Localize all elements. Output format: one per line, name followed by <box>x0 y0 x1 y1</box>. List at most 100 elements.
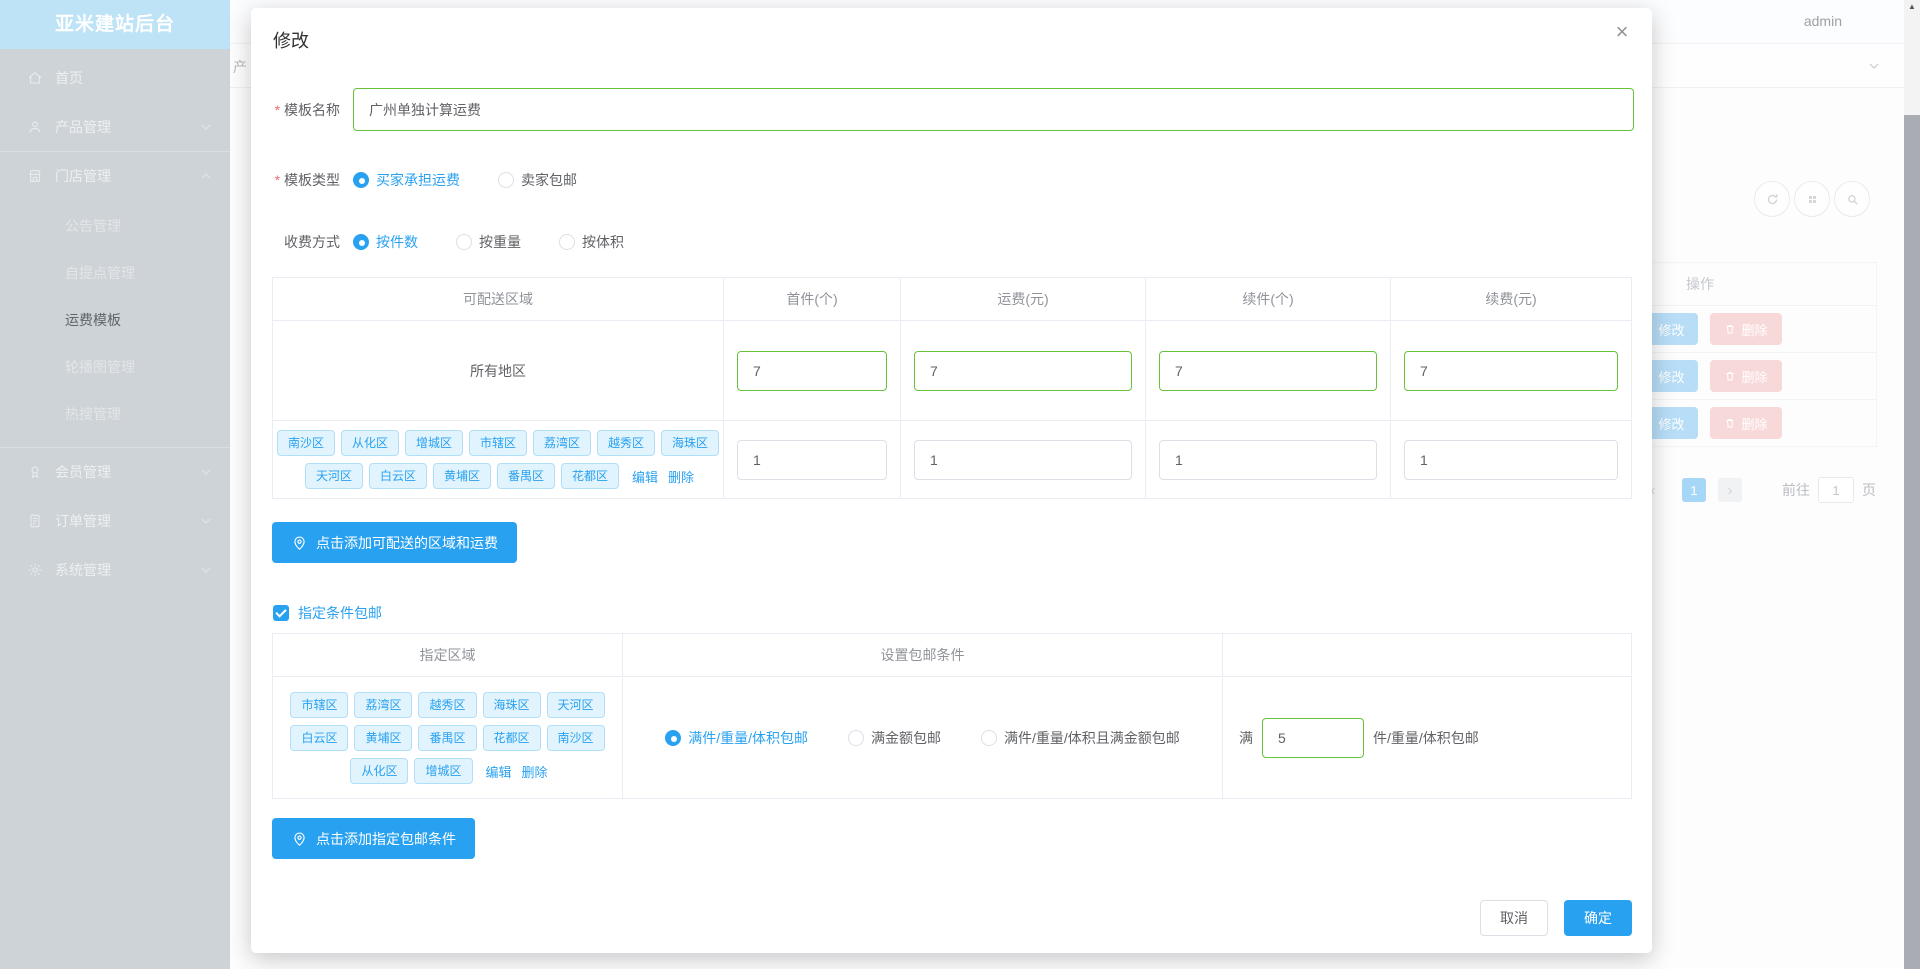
region-tag: 花都区 <box>482 725 541 751</box>
region-tag: 白云区 <box>368 463 427 489</box>
radio-icon <box>353 172 369 188</box>
region-tag: 天河区 <box>546 692 605 718</box>
custom-regions-row: 南沙区 从化区 增城区 市辖区 荔湾区 越秀区 海珠区 天河区 白云区 黄埔区 … <box>273 421 1631 499</box>
radio-icon <box>498 172 514 188</box>
col-header-additional-count: 续件(个) <box>1146 278 1391 321</box>
sidebar-item-pickup-points[interactable]: 自提点管理 <box>0 249 230 296</box>
shipping-fee-table: 可配送区域 首件(个) 运费(元) 续件(个) 续费(元) 所有地区 南沙区 从… <box>272 277 1632 499</box>
radio-by-weight[interactable]: 按重量 <box>456 232 521 252</box>
col-header-empty <box>1223 634 1631 677</box>
sidebar-item-products[interactable]: 产品管理 <box>0 102 230 151</box>
additional-fee-input[interactable] <box>1404 350 1618 391</box>
refresh-button[interactable] <box>1754 181 1790 217</box>
chevron-down-icon <box>200 121 212 133</box>
first-count-input[interactable] <box>737 439 887 480</box>
additional-count-input[interactable] <box>1159 350 1377 391</box>
row-delete-button[interactable]: 删除 <box>1710 313 1782 345</box>
sidebar: 亚米建站后台 首页 产品管理 门店管理 公告管理 自提点管理 运费模板 轮播图管… <box>0 0 230 969</box>
col-header-fee: 运费(元) <box>901 278 1146 321</box>
threshold-input[interactable] <box>1262 718 1364 758</box>
column-settings-button[interactable] <box>1794 181 1830 217</box>
confirm-button[interactable]: 确定 <box>1564 900 1632 936</box>
goto-page-input[interactable] <box>1818 477 1854 503</box>
radio-seller-free[interactable]: 卖家包邮 <box>498 170 577 190</box>
region-tag: 越秀区 <box>418 692 477 718</box>
row-delete-button[interactable]: 删除 <box>1710 407 1782 439</box>
additional-count-input[interactable] <box>1159 439 1377 480</box>
sidebar-item-carousel[interactable]: 轮播图管理 <box>0 343 230 390</box>
charge-method-row: 收费方式 按件数 按重量 按体积 <box>272 226 662 258</box>
radio-by-count[interactable]: 按件数 <box>353 232 418 252</box>
radio-icon <box>848 730 864 746</box>
sidebar-item-home[interactable]: 首页 <box>0 53 230 102</box>
cancel-button[interactable]: 取消 <box>1480 900 1548 936</box>
search-button[interactable] <box>1834 181 1870 217</box>
close-icon[interactable]: × <box>1608 18 1636 46</box>
free-condition-row[interactable]: 指定条件包邮 <box>273 603 382 623</box>
goto-label: 前往 <box>1782 482 1810 498</box>
refresh-icon <box>1765 192 1780 207</box>
sidebar-item-members[interactable]: 会员管理 <box>0 447 230 496</box>
radio-by-volume[interactable]: 按体积 <box>559 232 624 252</box>
region-tag: 海珠区 <box>661 430 720 456</box>
radio-icon <box>559 234 575 250</box>
search-icon <box>1845 192 1860 207</box>
checkbox-checked-icon[interactable] <box>273 605 289 621</box>
location-pin-icon <box>291 534 308 551</box>
col-header-specified-region: 指定区域 <box>273 634 623 677</box>
breadcrumb: 产 <box>233 59 247 75</box>
radio-amount-free[interactable]: 满金额包邮 <box>848 728 941 748</box>
region-tag: 白云区 <box>290 725 349 751</box>
region-tag: 荔湾区 <box>354 692 413 718</box>
scroll-up-icon[interactable]: ▲ <box>1904 2 1920 11</box>
stores-submenu: 公告管理 自提点管理 运费模板 轮播图管理 热搜管理 <box>0 200 230 447</box>
region-tag: 南沙区 <box>276 430 335 456</box>
first-count-input[interactable] <box>737 350 887 391</box>
fee-input[interactable] <box>914 439 1132 480</box>
sidebar-item-system[interactable]: 系统管理 <box>0 545 230 594</box>
sidebar-item-shipping-templates[interactable]: 运费模板 <box>0 296 230 343</box>
edit-regions-link[interactable]: 编辑 <box>632 467 658 486</box>
scrollbar-thumb[interactable] <box>1904 115 1920 969</box>
region-tag: 黄埔区 <box>432 463 491 489</box>
radio-count-and-amount-free[interactable]: 满件/重量/体积且满金额包邮 <box>981 728 1180 748</box>
template-name-input[interactable] <box>353 88 1634 131</box>
trash-icon <box>1724 370 1736 382</box>
home-icon <box>27 70 43 86</box>
delete-regions-link[interactable]: 删除 <box>668 467 694 486</box>
row-delete-button[interactable]: 删除 <box>1710 360 1782 392</box>
region-tag: 增城区 <box>414 758 473 784</box>
user-icon <box>27 119 43 135</box>
page-number-active[interactable]: 1 <box>1682 478 1706 502</box>
sidebar-item-hot-search[interactable]: 热搜管理 <box>0 390 230 437</box>
threshold-suffix: 件/重量/体积包邮 <box>1373 730 1479 746</box>
add-condition-button[interactable]: 点击添加指定包邮条件 <box>272 818 475 859</box>
sidebar-item-announcements[interactable]: 公告管理 <box>0 202 230 249</box>
additional-fee-input[interactable] <box>1404 439 1618 480</box>
radio-count-free[interactable]: 满件/重量/体积包邮 <box>665 728 808 748</box>
radio-icon <box>665 730 682 746</box>
radio-icon <box>456 234 472 250</box>
scrollbar[interactable]: ▲ <box>1904 0 1920 969</box>
edit-regions-link[interactable]: 编辑 <box>486 762 512 781</box>
fee-input[interactable] <box>914 350 1132 391</box>
sidebar-item-stores[interactable]: 门店管理 <box>0 151 230 200</box>
delete-regions-link[interactable]: 删除 <box>522 762 548 781</box>
radio-buyer-pays[interactable]: 买家承担运费 <box>353 170 460 190</box>
sidebar-item-orders[interactable]: 订单管理 <box>0 496 230 545</box>
region-tag: 天河区 <box>304 463 363 489</box>
chevron-down-icon[interactable] <box>1868 60 1880 72</box>
admin-user-menu[interactable]: admin <box>1804 13 1842 29</box>
charge-method-label: 收费方式 <box>284 234 340 250</box>
free-condition-table: 指定区域 设置包邮条件 市辖区 荔湾区 越秀区 海珠区 天河区 白云区 黄埔区 <box>272 633 1632 799</box>
radio-icon <box>353 234 369 250</box>
col-header-first-count: 首件(个) <box>724 278 901 321</box>
add-region-button[interactable]: 点击添加可配送的区域和运费 <box>272 522 517 563</box>
radio-icon <box>981 730 997 746</box>
region-tag: 越秀区 <box>597 430 656 456</box>
col-header-condition: 设置包邮条件 <box>623 634 1223 677</box>
next-page-icon[interactable]: › <box>1718 478 1742 502</box>
brand-title: 亚米建站后台 <box>0 0 230 49</box>
region-tags: 南沙区 从化区 增城区 市辖区 荔湾区 越秀区 海珠区 天河区 白云区 黄埔区 … <box>273 427 723 492</box>
document-icon <box>27 513 43 529</box>
